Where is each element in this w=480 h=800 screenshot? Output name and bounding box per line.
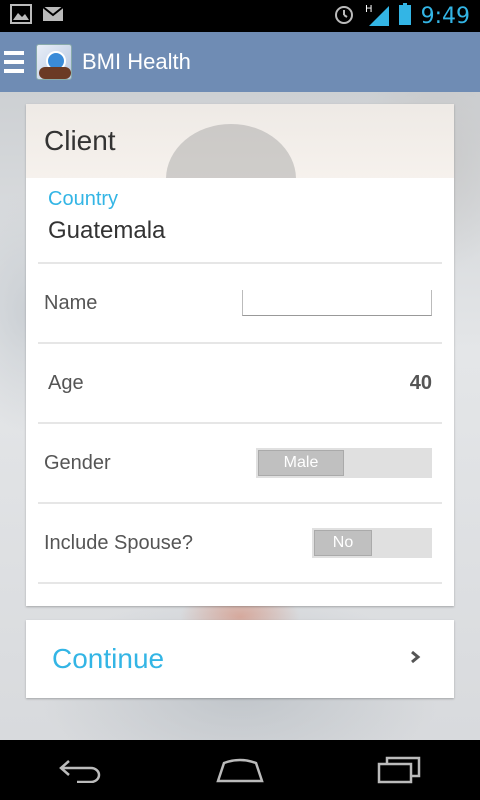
app-logo[interactable] (36, 44, 72, 80)
card-header-title: Client (44, 125, 116, 156)
spouse-row: Include Spouse? No (26, 504, 454, 582)
card-header: Client (26, 104, 454, 178)
status-left (10, 3, 64, 29)
status-time: 9:49 (420, 3, 470, 29)
continue-label: Continue (52, 643, 165, 674)
gender-label: Gender (44, 451, 111, 474)
divider (38, 582, 442, 584)
name-input[interactable] (242, 290, 432, 316)
status-bar: H 9:49 (0, 0, 480, 32)
country-value: Guatemala (48, 217, 166, 244)
image-icon (10, 3, 32, 29)
continue-button[interactable]: Continue (26, 620, 454, 698)
country-label: Country (48, 188, 119, 210)
battery-icon (398, 2, 411, 30)
spouse-toggle[interactable]: No (312, 528, 432, 558)
home-icon[interactable] (210, 750, 270, 790)
gender-row: Gender Male (26, 424, 454, 502)
alarm-icon (333, 3, 355, 30)
back-icon[interactable] (50, 750, 110, 790)
country-field[interactable]: Country Guatemala (26, 178, 454, 262)
svg-text:H: H (365, 4, 373, 15)
signal-icon: H (365, 2, 389, 31)
mail-icon (42, 5, 64, 27)
age-label: Age (48, 371, 84, 394)
spouse-label: Include Spouse? (44, 531, 194, 554)
menu-icon[interactable] (4, 49, 26, 75)
client-card: Client Country Guatemala Name Age 40 Gen… (26, 104, 454, 606)
content-area: Client Country Guatemala Name Age 40 Gen… (0, 92, 480, 740)
age-value: 40 (409, 371, 432, 394)
action-bar: BMI Health (0, 32, 480, 92)
recent-apps-icon[interactable] (370, 750, 430, 790)
status-right: H 9:49 (333, 2, 470, 31)
age-row[interactable]: Age 40 (26, 344, 454, 422)
app-title: BMI Health (82, 49, 191, 74)
name-row: Name (26, 264, 454, 342)
spouse-toggle-knob: No (314, 530, 372, 556)
chevron-right-icon (408, 650, 422, 669)
navigation-bar (0, 740, 480, 800)
gender-toggle[interactable]: Male (256, 448, 432, 478)
gender-toggle-knob: Male (258, 450, 344, 476)
name-label: Name (44, 291, 98, 314)
